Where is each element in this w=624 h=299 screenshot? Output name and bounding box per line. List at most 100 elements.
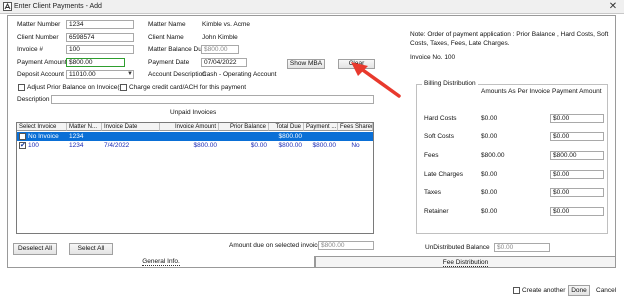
matter-number-label: Matter Number bbox=[17, 21, 61, 28]
billing-distribution-title: Billing Distribution bbox=[422, 80, 478, 87]
create-another-checkbox[interactable] bbox=[513, 287, 520, 294]
undistributed-balance-label: UnDistributed Balance bbox=[425, 244, 490, 251]
invoice-date-cell bbox=[102, 132, 160, 141]
fees-payment-field[interactable]: $800.00 bbox=[550, 151, 604, 160]
prior-balance-cell bbox=[219, 132, 269, 141]
charge-credit-card-checkbox[interactable] bbox=[120, 84, 127, 91]
select-invoice-cell: 100 bbox=[28, 142, 39, 149]
fees-shared-cell bbox=[338, 132, 373, 141]
late-charges-payment-field[interactable]: $0.00 bbox=[550, 170, 604, 179]
taxes-invoice-amount: $0.00 bbox=[481, 189, 498, 196]
select-invoice-cell: No Invoice bbox=[28, 133, 59, 140]
client-name-label: Client Name bbox=[148, 34, 184, 41]
client-number-field[interactable]: 6598574 bbox=[66, 33, 134, 42]
payment-amount-header: Payment Amount bbox=[552, 88, 602, 95]
column-header-invoice-amount[interactable]: Invoice Amount bbox=[160, 123, 219, 131]
invoice-number-label: Invoice # bbox=[17, 46, 44, 53]
deselect-all-button[interactable]: Deselect All bbox=[13, 243, 57, 255]
invoice-amount-cell bbox=[160, 132, 219, 141]
client-name-value: John Kimble bbox=[202, 34, 238, 41]
account-description-label: Account Description bbox=[148, 71, 206, 78]
matter-balance-due-field: $800.00 bbox=[201, 45, 239, 54]
taxes-label: Taxes bbox=[424, 189, 441, 196]
payment-date-field[interactable]: 07/04/2022 bbox=[201, 58, 247, 67]
column-header-fees-shared[interactable]: Fees Shared bbox=[338, 123, 373, 131]
charge-credit-card-label: Charge credit card/ACH for this payment bbox=[129, 84, 247, 91]
title-bar: Enter Client Payments - Add ✕ bbox=[0, 0, 624, 14]
fees-invoice-amount: $800.00 bbox=[481, 152, 505, 159]
fees-shared-cell: No bbox=[351, 142, 360, 149]
invoice-number-field[interactable]: 100 bbox=[66, 45, 134, 54]
payment-cell: $800.00 bbox=[312, 142, 337, 149]
late-charges-label: Late Charges bbox=[424, 171, 464, 178]
account-description-value: Cash - Operating Account bbox=[202, 71, 277, 78]
payment-amount-label: Payment Amount bbox=[17, 59, 67, 66]
create-another-label: Create another bbox=[522, 287, 566, 294]
payment-order-note: Note: Order of payment application : Pri… bbox=[410, 31, 609, 47]
payment-date-label: Payment Date bbox=[148, 59, 190, 66]
app-icon bbox=[3, 2, 12, 11]
hard-costs-payment-field[interactable]: $0.00 bbox=[550, 114, 604, 123]
total-due-cell: $800.00 bbox=[278, 133, 303, 140]
amounts-per-invoice-header: Amounts As Per Invoice bbox=[481, 88, 551, 95]
retainer-label: Retainer bbox=[424, 208, 449, 215]
tab-fee-distribution-label: Fee Distribution bbox=[442, 259, 489, 267]
client-number-label: Client Number bbox=[17, 34, 59, 41]
late-charges-invoice-amount: $0.00 bbox=[481, 171, 498, 178]
matter-number-field[interactable]: 1234 bbox=[66, 20, 134, 29]
matter-cell: 1234 bbox=[69, 142, 84, 149]
column-header-invoice-date[interactable]: Invoice Date bbox=[102, 123, 160, 131]
show-mba-button[interactable]: Show MBA bbox=[287, 59, 325, 69]
undistributed-balance-field: $0.00 bbox=[494, 243, 550, 252]
tab-general-info[interactable]: General Info. bbox=[7, 256, 315, 268]
chevron-down-icon[interactable]: ▼ bbox=[127, 71, 133, 77]
table-row[interactable]: 100 1234 7/4/2022 $800.00 $0.00 $800.00 … bbox=[17, 141, 373, 151]
hard-costs-label: Hard Costs bbox=[424, 115, 457, 122]
tab-general-info-label: General Info. bbox=[142, 258, 180, 266]
select-all-button[interactable]: Select All bbox=[69, 243, 113, 255]
retainer-payment-field[interactable]: $0.00 bbox=[550, 207, 604, 216]
soft-costs-payment-field[interactable]: $0.00 bbox=[550, 132, 604, 141]
retainer-invoice-amount: $0.00 bbox=[481, 208, 498, 215]
done-button[interactable]: Done bbox=[568, 285, 590, 296]
prior-balance-cell: $0.00 bbox=[250, 142, 267, 149]
unpaid-invoices-title: Unpaid Invoices bbox=[170, 109, 217, 116]
total-due-cell: $800.00 bbox=[278, 142, 303, 149]
payment-amount-field[interactable]: $800.00 bbox=[66, 58, 125, 67]
cancel-button[interactable]: Cancel bbox=[596, 287, 616, 294]
soft-costs-label: Soft Costs bbox=[424, 133, 454, 140]
adjust-prior-balance-label: Adjust Prior Balance on Invoice(s) bbox=[27, 84, 125, 91]
adjust-prior-balance-checkbox[interactable] bbox=[18, 84, 25, 91]
description-label: Description bbox=[17, 96, 50, 103]
row-select-checkbox[interactable] bbox=[19, 141, 26, 149]
window-title: Enter Client Payments - Add bbox=[14, 3, 102, 10]
invoice-amount-cell: $800.00 bbox=[193, 142, 218, 149]
invoice-number-note: Invoice No. 100 bbox=[410, 54, 456, 61]
close-button[interactable]: ✕ bbox=[606, 1, 620, 13]
row-select-checkbox[interactable] bbox=[19, 133, 26, 140]
column-header-prior-balance[interactable]: Prior Balance bbox=[219, 123, 269, 131]
matter-cell: 1234 bbox=[69, 133, 84, 140]
amount-due-field: $800.00 bbox=[318, 241, 374, 250]
taxes-payment-field[interactable]: $0.00 bbox=[550, 188, 604, 197]
payment-cell bbox=[304, 132, 338, 141]
hard-costs-invoice-amount: $0.00 bbox=[481, 115, 498, 122]
column-header-select[interactable]: Select Invoice bbox=[17, 123, 67, 131]
invoice-date-cell: 7/4/2022 bbox=[104, 142, 130, 149]
matter-name-label: Matter Name bbox=[148, 21, 186, 28]
table-row[interactable]: No Invoice 1234 $800.00 bbox=[17, 132, 373, 141]
matter-balance-due-label: Matter Balance Due bbox=[148, 46, 206, 53]
unpaid-invoices-grid: Select Invoice Matter N... Invoice Date … bbox=[16, 122, 374, 234]
column-header-matter[interactable]: Matter N... bbox=[67, 123, 102, 131]
tab-fee-distribution[interactable]: Fee Distribution bbox=[315, 256, 616, 268]
amount-due-label: Amount due on selected invoice(s) bbox=[229, 242, 329, 249]
fees-label: Fees bbox=[424, 152, 439, 159]
matter-name-value: Kimble vs. Acme bbox=[202, 21, 251, 28]
description-field[interactable] bbox=[51, 95, 374, 104]
deposit-account-select[interactable]: 11010.00 bbox=[66, 70, 134, 79]
annotation-arrow bbox=[351, 62, 401, 98]
column-header-payment[interactable]: Payment ... bbox=[304, 123, 338, 131]
column-header-total-due[interactable]: Total Due bbox=[269, 123, 304, 131]
deposit-account-label: Deposit Account bbox=[17, 71, 64, 78]
soft-costs-invoice-amount: $0.00 bbox=[481, 133, 498, 140]
